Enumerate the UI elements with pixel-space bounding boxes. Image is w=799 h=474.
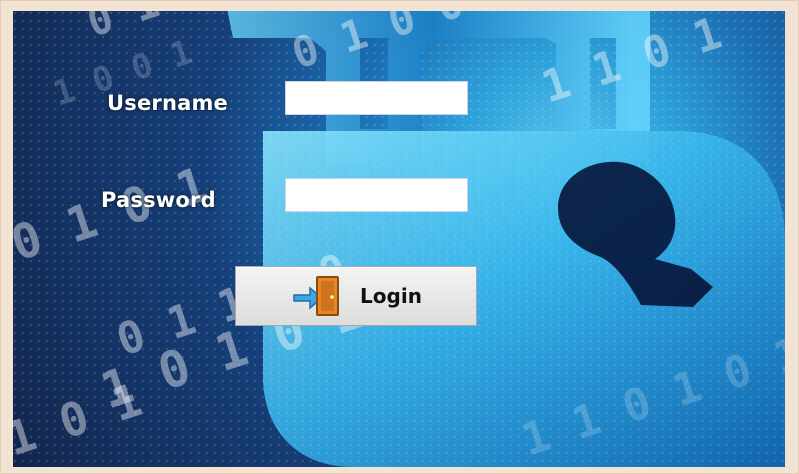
login-background-panel: 0 1 1 0 1 0 0 1 0 1 0 0 0 1 1 1 0 1 0 1 …	[13, 11, 785, 467]
password-label: Password	[101, 188, 216, 212]
security-lock-background: 0 1 1 0 1 0 0 1 0 1 0 0 0 1 1 1 0 1 0 1 …	[13, 11, 785, 467]
username-input[interactable]	[285, 81, 468, 115]
username-label: Username	[107, 91, 228, 115]
login-window: 0 1 1 0 1 0 0 1 0 1 0 0 0 1 1 1 0 1 0 1 …	[0, 0, 799, 474]
login-button-label: Login	[360, 284, 422, 308]
login-button[interactable]: Login	[235, 266, 477, 326]
password-input[interactable]	[285, 178, 468, 212]
door-enter-icon	[293, 276, 340, 316]
